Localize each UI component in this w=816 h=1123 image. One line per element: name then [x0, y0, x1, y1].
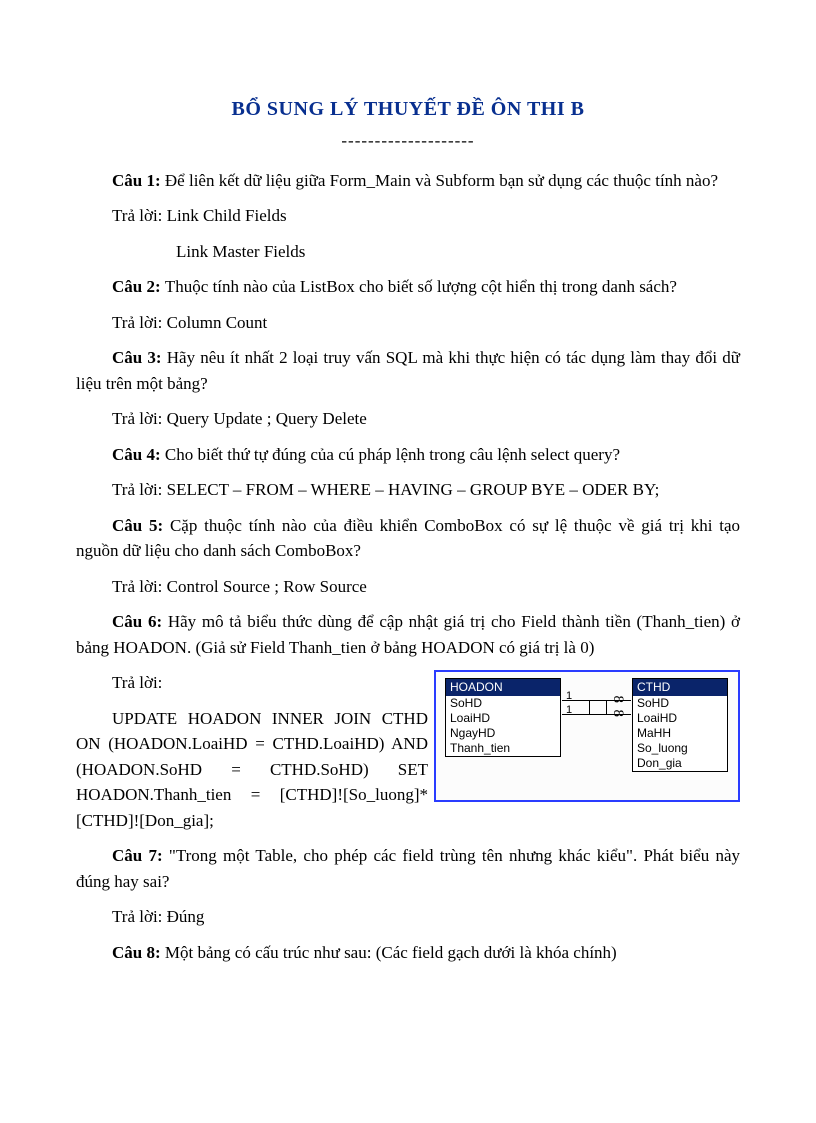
q3: Câu 3: Hãy nêu ít nhất 2 loại truy vấn S…	[76, 345, 740, 396]
relationship-diagram: HOADON SoHD LoaiHD NgayHD Thanh_tien CTH…	[434, 670, 740, 802]
table-hoadon: HOADON SoHD LoaiHD NgayHD Thanh_tien	[445, 678, 561, 757]
q3-label: Câu 3:	[112, 348, 167, 367]
table-row: SoHD	[446, 696, 560, 711]
q1-text: Để liên kết dữ liệu giữa Form_Main và Su…	[165, 171, 718, 190]
q3-a: Trả lời: Query Update ; Query Delete	[76, 406, 740, 432]
table-hoadon-head: HOADON	[446, 679, 560, 696]
q5-text: Cặp thuộc tính nào của điều khiển ComboB…	[76, 516, 740, 561]
relation-1b: 1	[566, 702, 572, 719]
q4-label: Câu 4:	[112, 445, 165, 464]
q1-a2: Link Master Fields	[76, 239, 740, 265]
table-cthd-head: CTHD	[633, 679, 727, 696]
q2: Câu 2: Thuộc tính nào của ListBox cho bi…	[76, 274, 740, 300]
q7: Câu 7: "Trong một Table, cho phép các fi…	[76, 843, 740, 894]
q5: Câu 5: Cặp thuộc tính nào của điều khiển…	[76, 513, 740, 564]
q7-label: Câu 7:	[112, 846, 169, 865]
table-row: LoaiHD	[446, 711, 560, 726]
q1-label: Câu 1:	[112, 171, 165, 190]
relation-inf-b: 8	[607, 710, 630, 718]
divider: --------------------	[76, 128, 740, 154]
table-row: SoHD	[633, 696, 727, 711]
q3-text: Hãy nêu ít nhất 2 loại truy vấn SQL mà k…	[76, 348, 740, 393]
q8-label: Câu 8:	[112, 943, 165, 962]
q8: Câu 8: Một bảng có cấu trúc như sau: (Cá…	[76, 940, 740, 966]
q4: Câu 4: Cho biết thứ tự đúng của cú pháp …	[76, 442, 740, 468]
q7-a: Trả lời: Đúng	[76, 904, 740, 930]
q1: Câu 1: Để liên kết dữ liệu giữa Form_Mai…	[76, 168, 740, 194]
table-row: NgayHD	[446, 726, 560, 741]
q5-label: Câu 5:	[112, 516, 170, 535]
q2-a: Trả lời: Column Count	[76, 310, 740, 336]
table-row: Thanh_tien	[446, 741, 560, 756]
table-row: LoaiHD	[633, 711, 727, 726]
q2-text: Thuộc tính nào của ListBox cho biết số l…	[165, 277, 677, 296]
q6-text: Hãy mô tả biểu thức dùng để cập nhật giá…	[76, 612, 740, 657]
q2-label: Câu 2:	[112, 277, 165, 296]
table-row: MaHH	[633, 726, 727, 741]
q6: Câu 6: Hãy mô tả biểu thức dùng để cập n…	[76, 609, 740, 660]
table-row: Don_gia	[633, 756, 727, 771]
q7-text: "Trong một Table, cho phép các field trù…	[76, 846, 740, 891]
q6-label: Câu 6:	[112, 612, 168, 631]
q5-a: Trả lời: Control Source ; Row Source	[76, 574, 740, 600]
q1-a1: Trả lời: Link Child Fields	[76, 203, 740, 229]
table-row: So_luong	[633, 741, 727, 756]
q8-text: Một bảng có cấu trúc như sau: (Các field…	[165, 943, 617, 962]
relation-line	[589, 700, 590, 714]
q4-text: Cho biết thứ tự đúng của cú pháp lệnh tr…	[165, 445, 620, 464]
q4-a: Trả lời: SELECT – FROM – WHERE – HAVING …	[76, 477, 740, 503]
page-title: BỔ SUNG LÝ THUYẾT ĐỀ ÔN THI B	[76, 94, 740, 124]
relation-inf: 8	[607, 696, 630, 704]
table-cthd: CTHD SoHD LoaiHD MaHH So_luong Don_gia	[632, 678, 728, 772]
